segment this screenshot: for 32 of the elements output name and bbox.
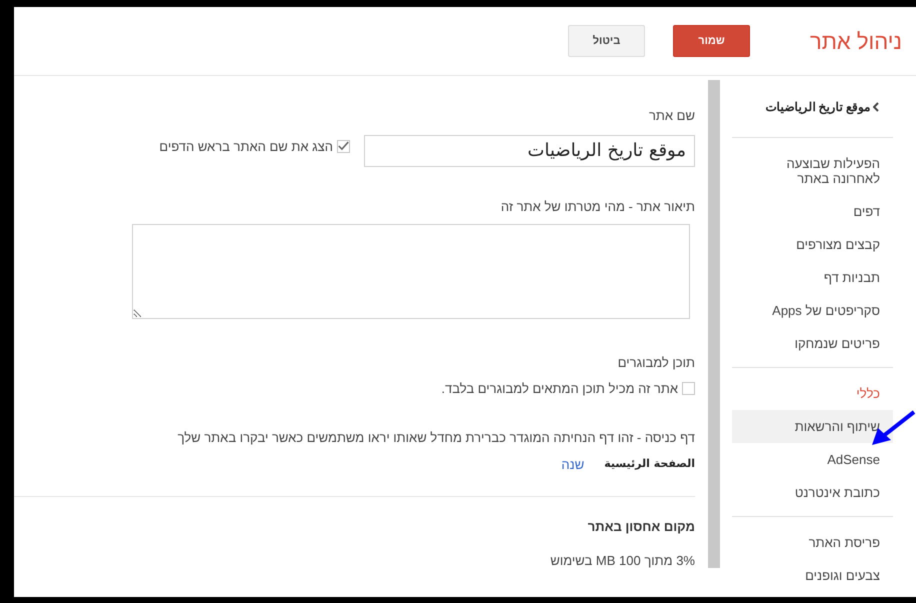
- field-label: תיאור אתר - מהי מטרתו של אתר זה: [500, 198, 695, 216]
- scrollbar[interactable]: [708, 80, 720, 568]
- sidebar-item[interactable]: פריסת האתר: [732, 526, 893, 559]
- sidebar-item[interactable]: AdSense: [732, 443, 893, 476]
- sidebar-item[interactable]: שיתוף והרשאות: [732, 410, 893, 443]
- cancel-button[interactable]: ביטול: [568, 25, 645, 57]
- sidebar-item[interactable]: סקריפטים של Apps: [732, 294, 893, 327]
- sidebar-item[interactable]: כללי: [732, 377, 893, 410]
- checkbox-label: הצג את שם האתר בראש הדפים: [159, 138, 333, 156]
- sidebar-item[interactable]: פריטים שנמחקו: [732, 327, 893, 360]
- checkbox[interactable]: [682, 382, 695, 395]
- field-label: שם אתר: [648, 107, 695, 125]
- chevron-icon[interactable]: [873, 102, 880, 112]
- storage-usage: 3% מתוך 100 MB בשימוש: [549, 552, 695, 570]
- back-link[interactable]: موقع تاريخ الرياضيات: [765, 98, 870, 116]
- landing-page-value: الصفحة الرئيسية: [604, 456, 695, 472]
- checkbox[interactable]: [337, 140, 350, 153]
- sidebar-item[interactable]: צבעים וגופנים: [732, 559, 893, 592]
- description-field[interactable]: [132, 224, 690, 319]
- save-button[interactable]: שמור: [673, 25, 750, 57]
- sidebar-item[interactable]: דפים: [732, 195, 893, 228]
- checkbox-label: אתר זה מכיל תוכן המתאים למבוגרים בלבד.: [441, 380, 678, 398]
- sidebar-item[interactable]: כתובת אינטרנט: [732, 476, 893, 509]
- page-title: ניהול אתר: [808, 28, 902, 56]
- site-name-field[interactable]: موقع تاريخ الرياضيات: [364, 134, 695, 166]
- section-heading: מקום אחסון באתר: [586, 518, 695, 536]
- sidebar-item[interactable]: תבניות דף: [732, 261, 893, 294]
- field-label: דף כניסה - זהו דף הנחיתה המוגדר כברירת מחדל שאותו יראו משתמשים כאשר יבקרו באתר שלך: [176, 429, 695, 447]
- change-link[interactable]: שנה: [561, 454, 584, 474]
- sidebar-item[interactable]: הפעילות שבוצעה לאחרונה באתר: [732, 147, 893, 195]
- field-label: תוכן למבוגרים: [616, 354, 695, 372]
- sidebar-item[interactable]: קבצים מצורפים: [732, 228, 893, 261]
